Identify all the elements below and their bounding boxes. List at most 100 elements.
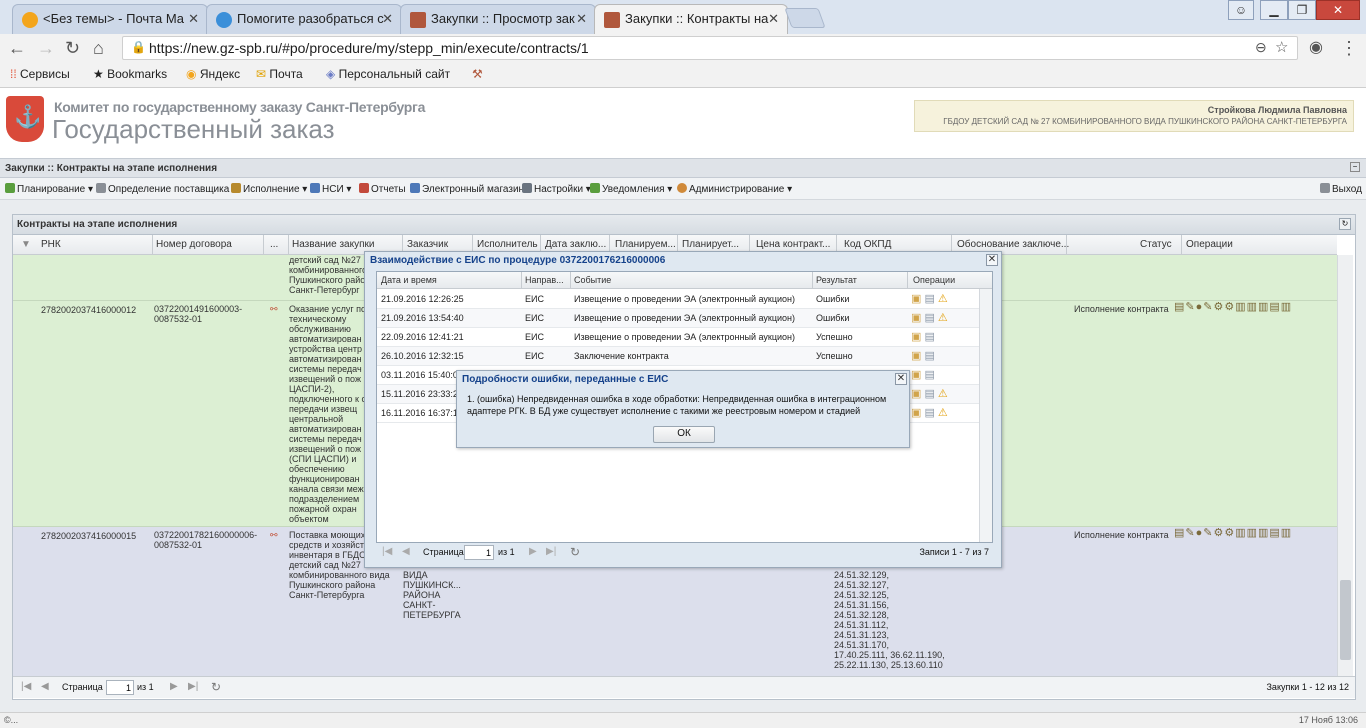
first-page-icon[interactable]: |◀ (382, 546, 392, 557)
forward-icon[interactable]: → (37, 38, 55, 58)
prev-page-icon[interactable]: ◀ (402, 546, 410, 557)
bookmark-personal-site[interactable]: ◈ Персональный сайт (326, 67, 450, 81)
col-result[interactable]: Результат (816, 275, 857, 285)
menu-nsi[interactable]: НСИ ▾ (310, 183, 351, 195)
document-icon[interactable]: ▤ (921, 293, 934, 305)
bookmark-star-icon[interactable]: ☆ (1275, 38, 1288, 56)
browser-tab-mail[interactable]: <Без темы> - Почта Ма ✕ (12, 4, 208, 34)
col-operations[interactable]: Операции (1186, 239, 1233, 250)
reload-icon[interactable]: ↻ (65, 38, 80, 58)
next-page-icon[interactable]: ▶ (529, 546, 537, 557)
last-page-icon[interactable]: ▶| (546, 546, 556, 557)
col-planned-1[interactable]: Планируем... (615, 239, 676, 250)
package-icon[interactable]: ▣ (911, 388, 921, 400)
document-icon[interactable]: ▤ (921, 331, 934, 343)
menu-administration[interactable]: Администрирование ▾ (677, 183, 792, 195)
menu-settings[interactable]: Настройки ▾ (522, 183, 591, 195)
refresh-icon[interactable]: ↻ (1339, 218, 1351, 230)
col-rnk[interactable]: РНК (41, 239, 61, 250)
maximize-button[interactable]: ❐ (1288, 0, 1316, 20)
col-operations[interactable]: Операции (913, 275, 955, 285)
close-window-button[interactable]: ✕ (1316, 0, 1360, 20)
last-page-icon[interactable]: ▶| (188, 681, 198, 692)
col-conclusion-date[interactable]: Дата заклю... (545, 239, 606, 250)
zoom-icon[interactable]: ⊖ (1255, 39, 1267, 56)
browser-tab-contracts[interactable]: Закупки :: Контракты на ✕ (594, 4, 788, 34)
col-planned-2[interactable]: Планирует... (682, 239, 739, 250)
extension-icon[interactable]: ◉ (1309, 38, 1323, 58)
menu-eshop[interactable]: Электронный магазин (410, 183, 524, 195)
event-operations[interactable]: ▣ ▤ (911, 349, 935, 362)
close-icon[interactable]: ✕ (895, 373, 907, 385)
event-operations[interactable]: ▣ ▤ (911, 330, 935, 343)
user-profile-button[interactable]: ☺ (1228, 0, 1254, 20)
page-input[interactable] (464, 545, 494, 560)
event-operations[interactable]: ▣ ▤ ⚠ (911, 387, 948, 400)
url-text[interactable]: https://new.gz-spb.ru/#po/procedure/my/s… (149, 40, 589, 56)
warning-icon[interactable]: ⚠ (935, 407, 948, 419)
event-operations[interactable]: ▣ ▤ ⚠ (911, 311, 948, 324)
close-icon[interactable]: ✕ (986, 254, 998, 266)
logout-link[interactable]: Выход (1320, 183, 1362, 195)
close-tab-icon[interactable]: ✕ (382, 11, 393, 27)
next-page-icon[interactable]: ▶ (170, 681, 178, 692)
document-icon[interactable]: ▤ (921, 369, 934, 381)
link-icon[interactable]: ⚯ (270, 530, 278, 540)
back-icon[interactable]: ← (8, 38, 26, 58)
col-contract-number[interactable]: Номер договора (156, 239, 232, 250)
scrollbar-thumb[interactable] (1340, 580, 1351, 660)
prev-page-icon[interactable]: ◀ (41, 681, 49, 692)
col-direction[interactable]: Направ... (525, 275, 564, 285)
col-justification[interactable]: Обоснование заключе... (957, 239, 1069, 250)
eis-scrollbar[interactable] (979, 289, 992, 542)
close-tab-icon[interactable]: ✕ (188, 11, 199, 27)
minimize-button[interactable]: ▁ (1260, 0, 1288, 20)
close-tab-icon[interactable]: ✕ (576, 11, 587, 27)
package-icon[interactable]: ▣ (911, 350, 921, 362)
package-icon[interactable]: ▣ (911, 312, 921, 324)
menu-notifications[interactable]: Уведомления ▾ (590, 183, 672, 195)
address-bar[interactable]: 🔒 https://new.gz-spb.ru/#po/procedure/my… (122, 36, 1298, 60)
eis-event-row[interactable]: 22.09.2016 12:41:21 ЕИС Извещение о провед… (377, 328, 979, 347)
warning-icon[interactable]: ⚠ (935, 312, 948, 324)
event-operations[interactable]: ▣ ▤ ⚠ (911, 406, 948, 419)
menu-planning[interactable]: Планирование ▾ (5, 183, 93, 195)
row-operations-icons[interactable]: ▤✎●✎⚙⚙▥▥▥▤▥ (1174, 528, 1292, 539)
col-contract-price[interactable]: Цена контракт... (756, 239, 830, 250)
document-icon[interactable]: ▤ (921, 388, 934, 400)
bookmark-services[interactable]: ⁞⁞ Сервисы (10, 67, 70, 81)
event-operations[interactable]: ▣ ▤ ⚠ (911, 292, 948, 305)
bookmark-hammer[interactable]: ⚒ (472, 67, 483, 81)
col-purchase-name[interactable]: Название закупки (292, 239, 374, 250)
new-tab-button[interactable] (784, 8, 826, 28)
bookmark-mail[interactable]: ✉ Почта (256, 67, 303, 81)
eis-event-row[interactable]: 21.09.2016 12:26:25 ЕИС Извещение о провед… (377, 290, 979, 309)
col-customer[interactable]: Заказчик (407, 239, 448, 250)
menu-reports[interactable]: Отчеты (359, 183, 406, 195)
menu-icon[interactable]: ⋮ (1340, 38, 1358, 58)
event-operations[interactable]: ▣ ▤ (911, 368, 935, 381)
menu-supplier-selection[interactable]: Определение поставщика ▾ (96, 183, 237, 195)
home-icon[interactable]: ⌂ (93, 38, 104, 58)
package-icon[interactable]: ▣ (911, 331, 921, 343)
col-okpd[interactable]: Код ОКПД (844, 239, 891, 250)
grid-scrollbar[interactable] (1337, 255, 1353, 676)
collapse-icon[interactable]: − (1350, 162, 1360, 172)
reload-icon[interactable]: ↻ (211, 680, 221, 694)
eis-event-row[interactable]: 26.10.2016 12:32:15 ЕИС Заключение контрак… (377, 347, 979, 366)
page-input[interactable] (106, 680, 134, 695)
browser-tab-help[interactable]: Помогите разобраться с ✕ (206, 4, 402, 34)
browser-tab-view[interactable]: Закупки :: Просмотр зак ✕ (400, 4, 596, 34)
close-tab-icon[interactable]: ✕ (768, 11, 779, 27)
first-page-icon[interactable]: |◀ (21, 681, 31, 692)
document-icon[interactable]: ▤ (921, 407, 934, 419)
menu-execution[interactable]: Исполнение ▾ (231, 183, 307, 195)
bookmark-yandex[interactable]: ◉ Яндекс (186, 67, 240, 81)
row-operations-icons[interactable]: ▤✎●✎⚙⚙▥▥▥▤▥ (1174, 302, 1292, 313)
eis-event-row[interactable]: 21.09.2016 13:54:40 ЕИС Извещение о провед… (377, 309, 979, 328)
warning-icon[interactable]: ⚠ (935, 388, 948, 400)
filter-icon[interactable]: ▼ (21, 239, 31, 250)
col-datetime[interactable]: Дата и время (381, 275, 437, 285)
col-extra[interactable]: ... (270, 239, 278, 250)
document-icon[interactable]: ▤ (921, 312, 934, 324)
